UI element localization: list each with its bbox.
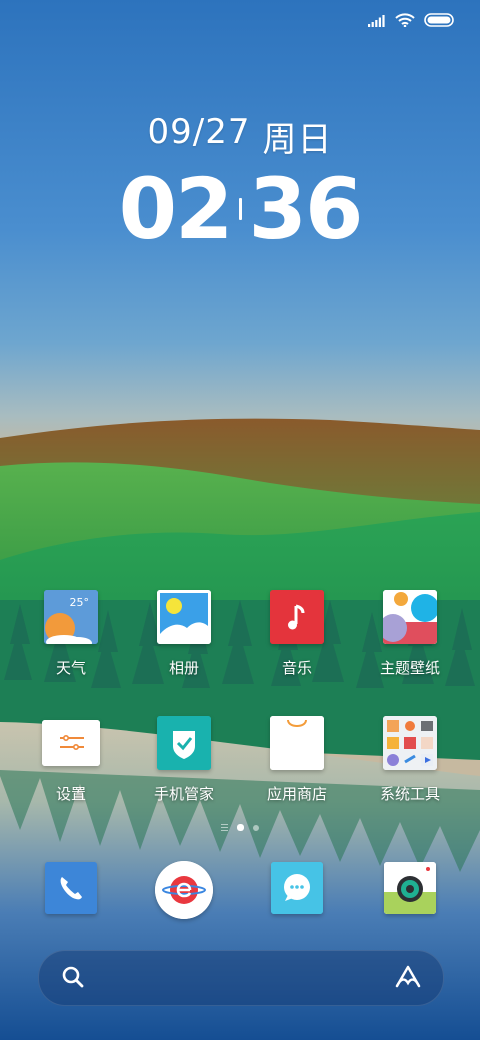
date-line: 09/27 周日: [0, 112, 480, 161]
battery-icon: [424, 12, 454, 31]
app-label: 相册: [168, 659, 199, 677]
app-store-icon: [270, 716, 324, 770]
app-settings[interactable]: 设置: [15, 716, 127, 804]
phone-icon: [45, 862, 97, 914]
app-label: 主题壁纸: [379, 659, 440, 677]
app-system-tools-folder[interactable]: 系统工具: [354, 716, 466, 804]
wifi-icon: [395, 12, 415, 31]
weather-icon: 25°: [44, 590, 98, 644]
search-bar[interactable]: [38, 950, 444, 1006]
settings-icon: [42, 720, 100, 766]
app-music[interactable]: 音乐: [241, 590, 353, 678]
dock-browser[interactable]: [128, 861, 240, 919]
date-text: 09/27: [147, 112, 251, 152]
page-dot-1[interactable]: [237, 824, 244, 831]
status-icons: [368, 12, 454, 31]
music-icon: [270, 590, 324, 644]
browser-icon: [155, 861, 213, 919]
app-grid: 25° 天气 相册 音乐 主题壁纸 设置 手机管家 应用商店 系统工具: [0, 590, 480, 820]
app-label: 天气: [55, 659, 86, 677]
app-gallery[interactable]: 相册: [128, 590, 240, 678]
app-label: 设置: [55, 785, 86, 803]
dock-phone[interactable]: [15, 862, 127, 914]
clock-widget[interactable]: 09/27 周日 02 36: [0, 112, 480, 255]
dock: [0, 861, 480, 922]
security-icon: [157, 716, 211, 770]
weather-temperature: 25°: [69, 596, 90, 609]
time-text: 02 36: [0, 163, 480, 255]
app-label: 系统工具: [379, 785, 440, 803]
messages-icon: [271, 862, 323, 914]
camera-icon: [384, 862, 436, 914]
app-themes[interactable]: 主题壁纸: [354, 590, 466, 678]
hours-text: 02: [118, 160, 234, 258]
themes-icon: [383, 590, 437, 644]
assistant-icon[interactable]: [393, 964, 423, 994]
app-label: 应用商店: [266, 785, 327, 803]
gallery-icon: [157, 590, 211, 644]
weekday-text: 周日: [262, 120, 333, 160]
app-store[interactable]: 应用商店: [241, 716, 353, 804]
app-label: 音乐: [281, 659, 312, 677]
app-label: 手机管家: [153, 785, 214, 803]
page-dot-2[interactable]: [253, 824, 259, 831]
signal-bars-icon: [368, 12, 386, 31]
minus-one-screen-icon[interactable]: [221, 824, 228, 831]
search-icon[interactable]: [61, 965, 85, 993]
app-security[interactable]: 手机管家: [128, 716, 240, 804]
dock-camera[interactable]: [354, 862, 466, 914]
minutes-text: 36: [248, 160, 364, 258]
dock-messages[interactable]: [241, 862, 353, 914]
search-input[interactable]: [99, 963, 379, 995]
time-separator: [238, 198, 242, 220]
status-bar: [0, 0, 480, 40]
app-weather[interactable]: 25° 天气: [15, 590, 127, 678]
system-tools-folder-icon: [383, 716, 437, 770]
page-indicator[interactable]: [0, 824, 480, 831]
